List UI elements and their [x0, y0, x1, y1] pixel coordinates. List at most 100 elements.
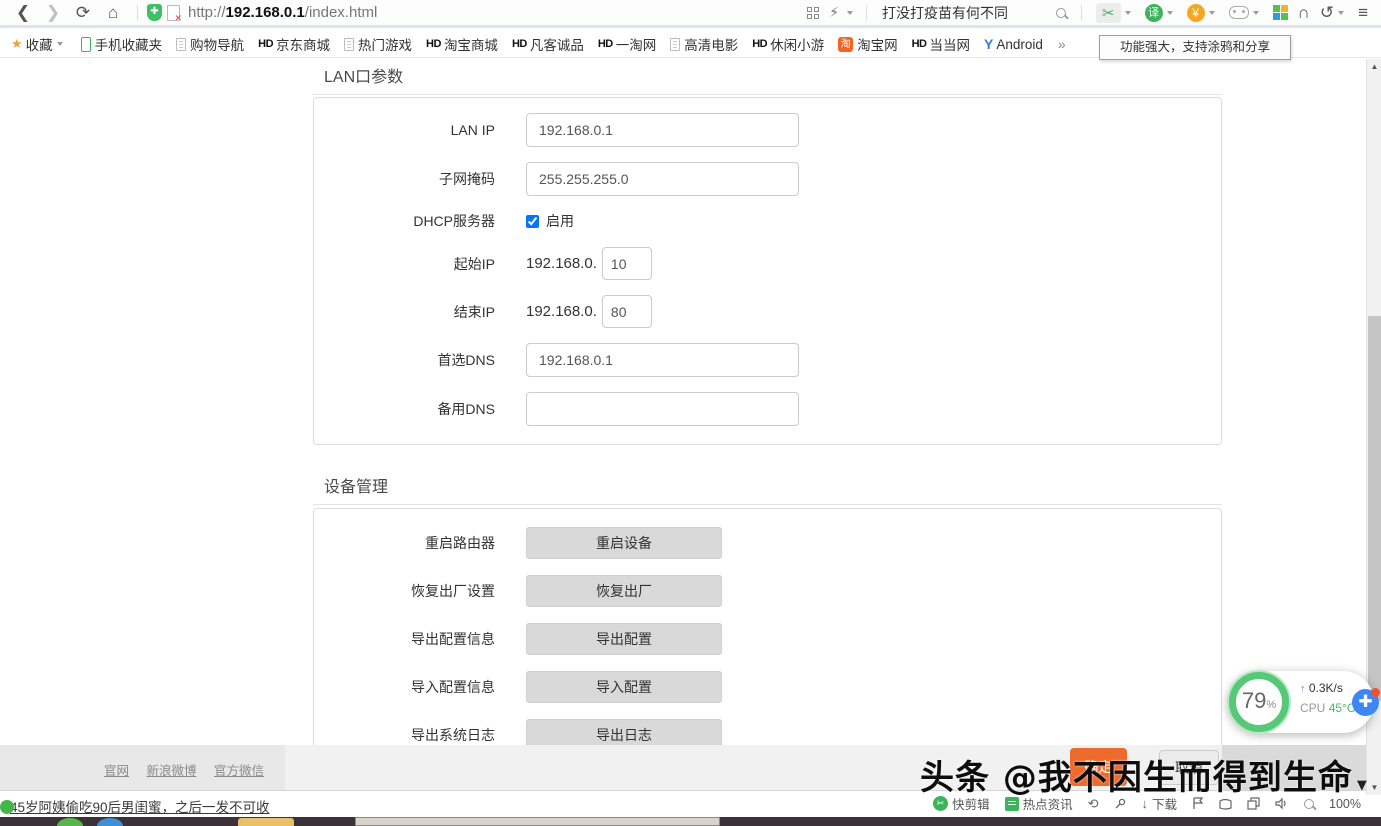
- chevron-down-icon[interactable]: [1209, 11, 1215, 15]
- flag-icon[interactable]: [1192, 797, 1204, 810]
- android-funnel-icon: Y: [984, 36, 993, 52]
- scrollbar-thumb[interactable]: [1368, 316, 1381, 701]
- import-config-button[interactable]: 导入配置: [526, 671, 722, 703]
- lan-section-title: LAN口参数: [313, 59, 1222, 95]
- hd-badge-icon: HD: [426, 38, 441, 50]
- taskbar-app-icon[interactable]: [57, 818, 83, 826]
- quick-edit-tool[interactable]: ✂快剪辑: [933, 794, 990, 813]
- reboot-button[interactable]: 重启设备: [526, 527, 722, 559]
- screenshot-scissors-icon[interactable]: ✂: [1096, 3, 1121, 23]
- ip-prefix: 192.168.0.: [526, 303, 597, 320]
- hot-news-tool[interactable]: 热点资讯: [1005, 794, 1073, 813]
- import-config-row: 导入配置信息 导入配置: [314, 671, 1221, 703]
- bookmark-item[interactable]: HD京东商城: [258, 34, 330, 54]
- back-icon[interactable]: ❮: [8, 0, 38, 25]
- search-box[interactable]: 打没打疫苗有何不同: [876, 3, 1072, 23]
- site-safety-shield-icon[interactable]: ✚: [147, 4, 162, 21]
- system-monitor-widget[interactable]: 79% ↑ 0.3K/s CPU 45°C ✚: [1228, 671, 1374, 733]
- bookmarks-overflow-chevron[interactable]: »: [1058, 36, 1066, 52]
- end-ip-input[interactable]: [602, 295, 652, 328]
- favorites-menu[interactable]: ★收藏: [11, 34, 67, 54]
- bookmark-item[interactable]: 购物导航: [176, 34, 244, 54]
- taobao-icon: 淘: [838, 37, 853, 52]
- confirm-button[interactable]: 确定: [1070, 748, 1127, 786]
- footer-links: 官网 新浪微博 官方微信: [104, 760, 278, 779]
- device-management-panel: 重启路由器 重启设备 恢复出厂设置 恢复出厂 导出配置信息 导出配置 导入配置信…: [313, 508, 1222, 770]
- taskbar-app-icon[interactable]: [97, 818, 123, 826]
- secondary-dns-label: 备用DNS: [314, 399, 526, 419]
- export-config-label: 导出配置信息: [314, 629, 526, 649]
- taskbar-folder-icon[interactable]: [238, 818, 294, 826]
- start-ip-input[interactable]: [602, 247, 652, 280]
- bookmark-item[interactable]: HD休闲小游: [752, 34, 824, 54]
- dhcp-end-ip-row: 结束IP 192.168.0.: [314, 295, 1221, 328]
- bookmark-item[interactable]: HD当当网: [912, 34, 970, 54]
- search-query[interactable]: 打没打疫苗有何不同: [882, 3, 1056, 23]
- bookmark-item[interactable]: YAndroid: [984, 36, 1043, 52]
- menu-icon[interactable]: ≡: [1358, 3, 1368, 23]
- export-config-button[interactable]: 导出配置: [526, 623, 722, 655]
- hd-badge-icon: HD: [258, 38, 273, 50]
- primary-dns-input[interactable]: [526, 343, 799, 377]
- chevron-down-icon[interactable]: [847, 11, 853, 15]
- screenshot-tooltip: 功能强大，支持涂鸦和分享: [1099, 35, 1291, 60]
- refresh-icon[interactable]: ⟳: [68, 0, 98, 25]
- cancel-button[interactable]: 取消: [1159, 750, 1219, 785]
- dhcp-enable-checkbox[interactable]: [526, 215, 539, 228]
- zoom-icon[interactable]: [1304, 799, 1314, 809]
- weibo-link[interactable]: 新浪微博: [147, 764, 197, 778]
- lan-ip-input[interactable]: [526, 113, 799, 147]
- chevron-down-icon[interactable]: [1253, 11, 1259, 15]
- bookmark-item[interactable]: HD一淘网: [598, 34, 656, 54]
- bookmark-item[interactable]: 淘淘宝网: [838, 34, 898, 54]
- browser-toolbar: ❮ ❯ ⟳ ⌂ ✚ http://192.168.0.1/index.html …: [0, 0, 1381, 28]
- memory-percent-ring[interactable]: 79%: [1229, 672, 1289, 732]
- secondary-dns-input[interactable]: [526, 392, 799, 426]
- widget-plus-button[interactable]: ✚: [1352, 689, 1379, 716]
- scroll-up-icon[interactable]: ▲: [1367, 59, 1381, 74]
- bookmark-item[interactable]: HD凡客诚品: [512, 34, 584, 54]
- hd-badge-icon: HD: [912, 38, 927, 50]
- windows-icon[interactable]: [1247, 797, 1260, 810]
- app-market-icon[interactable]: [1273, 5, 1288, 20]
- bookmark-item[interactable]: 高清电影: [670, 34, 738, 54]
- official-site-link[interactable]: 官网: [104, 764, 129, 778]
- history-icon[interactable]: ⟲: [1088, 796, 1099, 812]
- wechat-link[interactable]: 官方微信: [214, 764, 264, 778]
- download-tool[interactable]: ↓下载: [1142, 794, 1178, 813]
- apps-grid-icon[interactable]: [807, 7, 819, 19]
- factory-reset-button[interactable]: 恢复出厂: [526, 575, 722, 607]
- search-icon[interactable]: [1056, 8, 1066, 18]
- scroll-down-icon[interactable]: ▼: [1367, 780, 1381, 795]
- address-bar[interactable]: http://192.168.0.1/index.html: [188, 4, 801, 21]
- divider: [1081, 5, 1082, 21]
- games-icon[interactable]: [1229, 6, 1249, 19]
- subnet-mask-input[interactable]: [526, 162, 799, 196]
- dhcp-row: DHCP服务器 启用: [314, 211, 1221, 231]
- end-ip-label: 结束IP: [314, 302, 526, 322]
- pin-icon[interactable]: [1114, 797, 1127, 810]
- bookmark-item[interactable]: 手机收藏夹: [81, 34, 163, 54]
- forward-icon[interactable]: ❯: [38, 0, 68, 25]
- speaker-icon[interactable]: [1275, 797, 1289, 810]
- undo-icon[interactable]: ↺: [1320, 3, 1334, 23]
- translate-icon[interactable]: 译: [1145, 4, 1163, 22]
- bookmark-item[interactable]: 热门游戏: [344, 34, 412, 54]
- factory-reset-label: 恢复出厂设置: [314, 581, 526, 601]
- accelerator-icon[interactable]: ⚡: [829, 4, 839, 21]
- dhcp-enable-label: 启用: [546, 211, 574, 231]
- certificate-error-icon[interactable]: [167, 5, 180, 21]
- chevron-down-icon[interactable]: [1125, 11, 1131, 15]
- news-ticker-link[interactable]: 45岁阿姨偷吃90后男闺蜜，之后一发不可收: [10, 796, 270, 816]
- headphones-icon[interactable]: ∩: [1298, 3, 1310, 23]
- wallet-icon[interactable]: ¥: [1187, 4, 1205, 22]
- zoom-level[interactable]: 100%: [1329, 797, 1361, 811]
- taskbar-active-window[interactable]: [355, 817, 720, 826]
- home-icon[interactable]: ⌂: [98, 0, 128, 25]
- chevron-down-icon[interactable]: [1167, 11, 1173, 15]
- subnet-mask-label: 子网掩码: [314, 169, 526, 189]
- bookmark-item[interactable]: HD淘宝商城: [426, 34, 498, 54]
- sidebar-icon[interactable]: [1219, 798, 1232, 810]
- windows-taskbar[interactable]: [0, 817, 1381, 826]
- chevron-down-icon[interactable]: [1338, 11, 1344, 15]
